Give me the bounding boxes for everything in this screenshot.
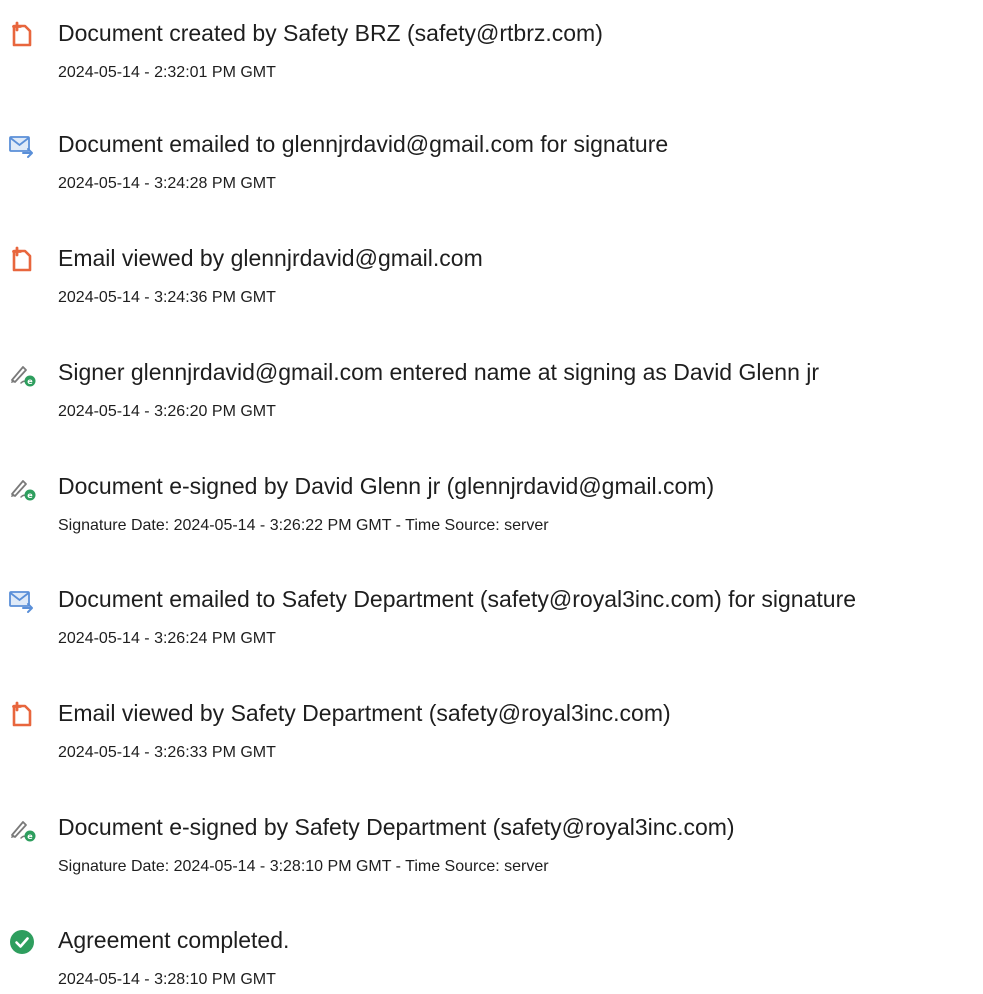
event-title: Document e-signed by Safety Department (… xyxy=(58,814,735,840)
event-title: Document emailed to Safety Department (s… xyxy=(58,586,857,612)
esign-pen-icon: e xyxy=(8,474,36,502)
history-entry: Agreement completed. 2024-05-14 - 3:28:1… xyxy=(0,922,983,992)
history-entry: e Document e-signed by David Glenn jr (g… xyxy=(0,468,983,538)
event-timestamp: 2024-05-14 - 3:24:36 PM GMT xyxy=(58,289,276,306)
event-signature-date: Signature Date: 2024-05-14 - 3:28:10 PM … xyxy=(58,858,549,875)
history-entry: e Signer glennjrdavid@gmail.com entered … xyxy=(0,354,983,424)
history-entry: e Document e-signed by Safety Department… xyxy=(0,809,983,879)
esign-pen-icon: e xyxy=(8,815,36,843)
history-entry: Email viewed by Safety Department (safet… xyxy=(0,695,983,765)
audit-history-log: Document created by Safety BRZ (safety@r… xyxy=(0,0,983,994)
email-sent-icon xyxy=(8,132,36,160)
document-icon xyxy=(8,21,36,49)
email-sent-icon xyxy=(8,587,36,615)
event-timestamp: 2024-05-14 - 3:24:28 PM GMT xyxy=(58,175,276,192)
history-entry: Document created by Safety BRZ (safety@r… xyxy=(0,15,983,85)
history-entry: Email viewed by glennjrdavid@gmail.com 2… xyxy=(0,240,983,310)
event-timestamp: 2024-05-14 - 3:26:33 PM GMT xyxy=(58,744,276,761)
event-timestamp: 2024-05-14 - 2:32:01 PM GMT xyxy=(58,64,276,81)
esign-pen-icon: e xyxy=(8,360,36,388)
svg-text:e: e xyxy=(27,832,33,841)
svg-text:e: e xyxy=(27,491,33,500)
event-timestamp: 2024-05-14 - 3:28:10 PM GMT xyxy=(58,971,276,988)
check-circle-icon xyxy=(8,928,36,956)
event-title: Signer glennjrdavid@gmail.com entered na… xyxy=(58,359,820,385)
event-title: Document e-signed by David Glenn jr (gle… xyxy=(58,473,715,499)
event-title: Document emailed to glennjrdavid@gmail.c… xyxy=(58,131,669,157)
event-signature-date: Signature Date: 2024-05-14 - 3:26:22 PM … xyxy=(58,517,549,534)
event-title: Document created by Safety BRZ (safety@r… xyxy=(58,20,603,46)
history-entry: Document emailed to glennjrdavid@gmail.c… xyxy=(0,126,983,196)
event-title: Email viewed by Safety Department (safet… xyxy=(58,700,671,726)
history-entry: Document emailed to Safety Department (s… xyxy=(0,581,983,651)
event-timestamp: 2024-05-14 - 3:26:20 PM GMT xyxy=(58,403,276,420)
document-icon xyxy=(8,246,36,274)
event-title: Email viewed by glennjrdavid@gmail.com xyxy=(58,245,483,271)
document-icon xyxy=(8,701,36,729)
event-title: Agreement completed. xyxy=(58,927,290,953)
event-timestamp: 2024-05-14 - 3:26:24 PM GMT xyxy=(58,630,276,647)
svg-text:e: e xyxy=(27,377,33,386)
